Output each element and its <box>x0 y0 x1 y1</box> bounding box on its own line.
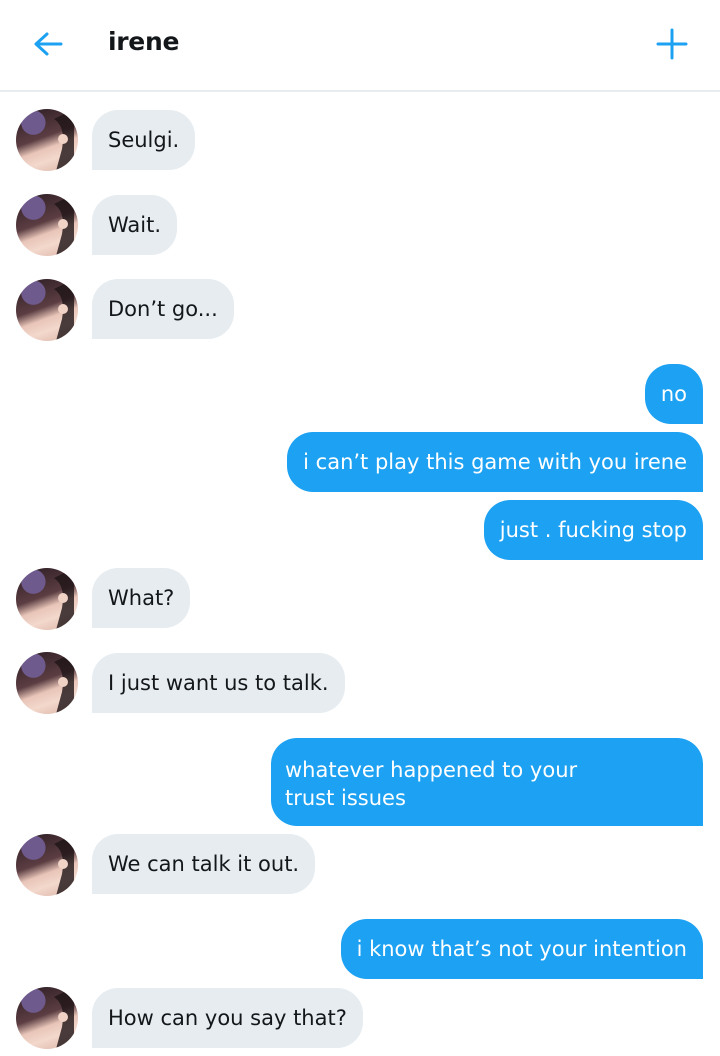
message-bubble[interactable]: I just want us to talk. <box>92 653 345 713</box>
avatar[interactable] <box>16 652 78 714</box>
message-bubble[interactable]: just . fucking stop <box>483 500 703 560</box>
message-bubble[interactable]: Seulgi. <box>92 110 196 170</box>
message-bubble[interactable]: i can’t play this game with you irene <box>287 432 703 492</box>
avatar[interactable] <box>16 109 78 171</box>
message-line: trust issues <box>285 786 406 810</box>
avatar[interactable] <box>16 279 78 341</box>
message-bubble[interactable]: How can you say that? <box>92 988 363 1048</box>
avatar[interactable] <box>16 834 78 896</box>
avatar[interactable] <box>16 194 78 256</box>
message-bubble[interactable]: Wait. <box>92 195 178 255</box>
message-bubble[interactable]: Don’t go... <box>92 279 234 339</box>
avatar[interactable] <box>16 987 78 1049</box>
plus-icon[interactable] <box>654 26 690 62</box>
conversation-header: irene <box>0 0 720 92</box>
message-bubble[interactable]: We can talk it out. <box>92 834 316 894</box>
message-bubble[interactable]: i know that’s not your intention <box>340 919 703 979</box>
avatar[interactable] <box>16 568 78 630</box>
message-bubble[interactable]: whatever happened to your trust issues <box>271 738 703 826</box>
message-line: whatever happened to your <box>285 758 578 782</box>
message-bubble[interactable]: What? <box>92 568 191 628</box>
arrow-left-icon[interactable] <box>30 26 66 62</box>
conversation-title[interactable]: irene <box>108 27 179 56</box>
message-bubble[interactable]: no <box>644 364 703 424</box>
